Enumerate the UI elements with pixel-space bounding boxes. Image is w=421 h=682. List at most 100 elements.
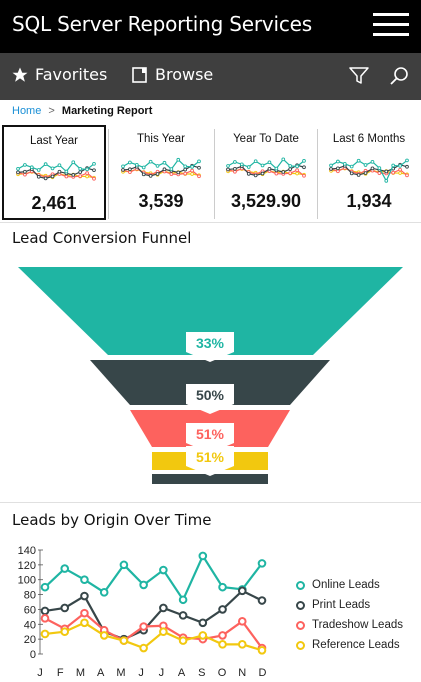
browse-button[interactable]: Browse bbox=[131, 65, 213, 84]
legend-item[interactable]: Tradeshow Leads bbox=[296, 615, 403, 635]
data-point[interactable] bbox=[178, 636, 188, 645]
breadcrumb-home-link[interactable]: Home bbox=[12, 105, 41, 117]
data-point[interactable] bbox=[257, 559, 267, 568]
kpi-value: 3,539 bbox=[138, 191, 184, 211]
legend-item[interactable]: Online Leads bbox=[296, 575, 403, 595]
y-tick-label: 60 bbox=[24, 604, 36, 616]
data-point[interactable] bbox=[139, 643, 148, 653]
sparkline-point bbox=[128, 170, 132, 175]
kpi-sparkline bbox=[121, 157, 201, 179]
data-point[interactable] bbox=[139, 622, 148, 631]
data-point[interactable] bbox=[198, 631, 208, 640]
hamburger-menu-icon[interactable] bbox=[373, 13, 409, 39]
data-point[interactable] bbox=[257, 645, 267, 655]
data-point[interactable] bbox=[119, 560, 129, 570]
legend-item[interactable]: Reference Leads bbox=[296, 635, 403, 655]
data-point[interactable] bbox=[159, 603, 168, 613]
kpi-tile-year-to-date[interactable]: Year To Date 3,529.90 bbox=[214, 125, 318, 220]
sparkline-point bbox=[162, 160, 167, 165]
data-point[interactable] bbox=[80, 618, 89, 628]
favorites-button[interactable]: Favorites bbox=[11, 65, 107, 84]
data-point[interactable] bbox=[99, 631, 109, 640]
data-point[interactable] bbox=[60, 603, 70, 613]
data-point[interactable] bbox=[40, 582, 50, 592]
kpi-tile-last-year[interactable]: Last Year 2,461 bbox=[2, 125, 106, 220]
data-point[interactable] bbox=[80, 608, 89, 618]
data-point[interactable] bbox=[139, 580, 148, 590]
sparkline-point bbox=[302, 165, 306, 170]
sparkline-point bbox=[29, 165, 34, 170]
search-icon[interactable] bbox=[389, 66, 409, 86]
y-tick-label: 100 bbox=[18, 575, 36, 587]
data-point[interactable] bbox=[80, 575, 89, 585]
x-tick-label: O bbox=[218, 667, 227, 679]
kpi-tile-last-6-months[interactable]: Last 6 Months 1,934 bbox=[317, 125, 421, 220]
x-tick-label: S bbox=[198, 667, 205, 679]
data-point[interactable] bbox=[40, 629, 50, 639]
sparkline-point bbox=[384, 178, 389, 183]
data-point[interactable] bbox=[99, 588, 109, 597]
kpi-label: Year To Date bbox=[233, 133, 299, 145]
data-point[interactable] bbox=[237, 586, 247, 596]
data-point[interactable] bbox=[80, 591, 89, 601]
kpi-value: 2,461 bbox=[31, 193, 77, 213]
sparkline-point bbox=[36, 168, 41, 172]
sparkline-point bbox=[363, 163, 368, 167]
sparkline-point bbox=[183, 171, 188, 176]
kpi-tile-this-year[interactable]: This Year 3,539 bbox=[109, 125, 213, 220]
data-point[interactable] bbox=[198, 551, 208, 561]
y-tick-label: 120 bbox=[18, 560, 36, 572]
kpi-strip: Last Year 2,461 This Year 3,539 Year To … bbox=[2, 125, 421, 220]
data-point[interactable] bbox=[159, 627, 168, 637]
data-point[interactable] bbox=[237, 617, 247, 626]
sparkline-point bbox=[190, 168, 194, 173]
star-icon bbox=[12, 67, 28, 82]
sparkline-point bbox=[23, 163, 27, 167]
leads-by-origin-chart: 020406080100120140J F M A M J J A S O N D bbox=[18, 545, 267, 679]
sparkline-point bbox=[85, 171, 89, 175]
sparkline-point bbox=[155, 164, 160, 168]
breadcrumb-separator: > bbox=[48, 105, 55, 117]
data-point[interactable] bbox=[218, 640, 227, 649]
sparkline-point bbox=[71, 160, 76, 165]
sparkline-point bbox=[384, 169, 389, 174]
sparkline-point bbox=[50, 174, 55, 179]
sparkline-point bbox=[356, 158, 361, 163]
browse-label: Browse bbox=[155, 65, 214, 84]
series-line bbox=[44, 589, 263, 641]
app-title: SQL Server Reporting Services bbox=[12, 12, 313, 36]
sparkline-point bbox=[233, 166, 237, 171]
sparkline-point bbox=[78, 174, 83, 178]
sparkline-point bbox=[336, 159, 340, 164]
legend-item[interactable]: Print Leads bbox=[296, 595, 403, 615]
data-point[interactable] bbox=[60, 564, 70, 573]
sparkline-point bbox=[246, 165, 251, 169]
data-point[interactable] bbox=[40, 606, 50, 616]
data-point[interactable] bbox=[218, 605, 227, 614]
legend-label: Reference Leads bbox=[312, 639, 400, 651]
data-point[interactable] bbox=[218, 582, 227, 592]
data-point[interactable] bbox=[178, 595, 188, 605]
sparkline-point bbox=[176, 157, 181, 162]
sparkline-point bbox=[370, 159, 375, 164]
data-point[interactable] bbox=[237, 640, 247, 649]
sparkline-point bbox=[391, 170, 396, 175]
sparkline-point bbox=[36, 174, 41, 179]
sparkline-point bbox=[288, 171, 293, 175]
data-point[interactable] bbox=[40, 614, 50, 623]
sparkline-point bbox=[148, 174, 153, 178]
data-point[interactable] bbox=[257, 596, 267, 605]
data-point[interactable] bbox=[198, 618, 208, 628]
data-point[interactable] bbox=[60, 627, 70, 637]
kpi-value: 1,934 bbox=[346, 191, 392, 211]
funnel-stage-label: 51% bbox=[196, 426, 225, 442]
sparkline-point bbox=[349, 171, 354, 176]
sparkline-point bbox=[128, 167, 132, 172]
data-point[interactable] bbox=[159, 565, 168, 575]
funnel-stage-label: 33% bbox=[196, 335, 225, 351]
data-point[interactable] bbox=[119, 636, 129, 645]
data-point[interactable] bbox=[178, 611, 188, 620]
sparkline-point bbox=[121, 164, 125, 169]
filter-icon[interactable] bbox=[349, 67, 369, 85]
data-point[interactable] bbox=[218, 631, 227, 640]
